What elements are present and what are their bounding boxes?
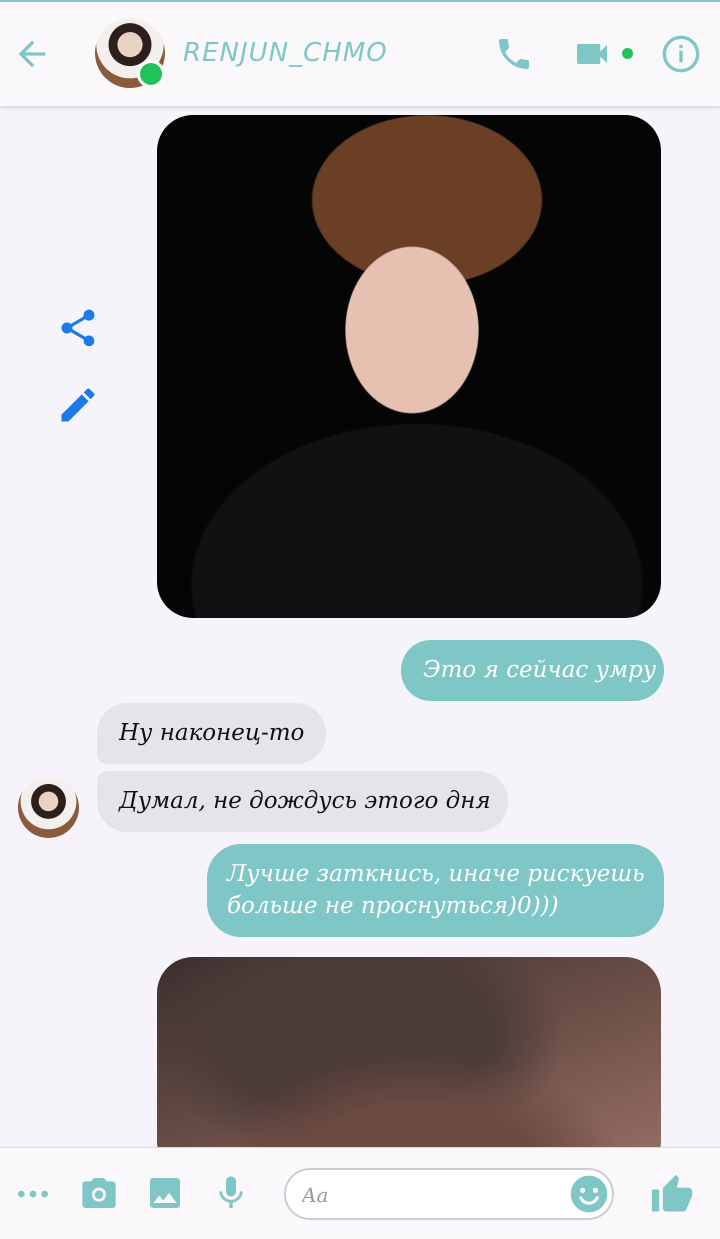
message-composer[interactable]	[284, 1168, 614, 1220]
video-active-dot	[622, 48, 633, 59]
message-text-line: больше не проснуться)0)))	[227, 893, 559, 919]
info-icon[interactable]	[661, 34, 701, 74]
phone-icon[interactable]	[494, 34, 534, 74]
image-icon[interactable]	[145, 1173, 185, 1213]
message-text: Это я сейчас умру	[423, 657, 657, 683]
more-dots-icon[interactable]	[13, 1174, 53, 1214]
message-text: Ну наконец-то	[119, 720, 305, 746]
online-status-dot	[137, 60, 165, 88]
contact-name[interactable]: RENJUN_CHMO	[183, 38, 388, 68]
incoming-message[interactable]: Думал, не дождусь этого дня	[97, 771, 508, 832]
share-icon[interactable]	[56, 306, 100, 350]
sender-avatar[interactable]	[18, 777, 79, 838]
photo-message[interactable]	[157, 957, 661, 1177]
incoming-message[interactable]: Ну наконец-то	[97, 703, 326, 764]
microphone-icon[interactable]	[211, 1173, 251, 1213]
arrow-left-icon[interactable]	[12, 34, 52, 74]
message-input[interactable]	[300, 1178, 564, 1212]
photo-message[interactable]	[157, 115, 661, 618]
pencil-icon[interactable]	[56, 383, 100, 427]
emoji-icon[interactable]	[567, 1172, 611, 1216]
camera-icon[interactable]	[79, 1173, 119, 1213]
video-camera-icon[interactable]	[572, 34, 612, 74]
outgoing-message[interactable]: Лучше заткнись, иначе рискуешь больше не…	[207, 844, 664, 937]
message-text-line: Лучше заткнись, иначе рискуешь	[227, 861, 645, 887]
thumbs-up-icon[interactable]	[650, 1173, 694, 1217]
message-text: Думал, не дождусь этого дня	[119, 788, 491, 814]
outgoing-message[interactable]: Это я сейчас умру	[401, 640, 664, 701]
